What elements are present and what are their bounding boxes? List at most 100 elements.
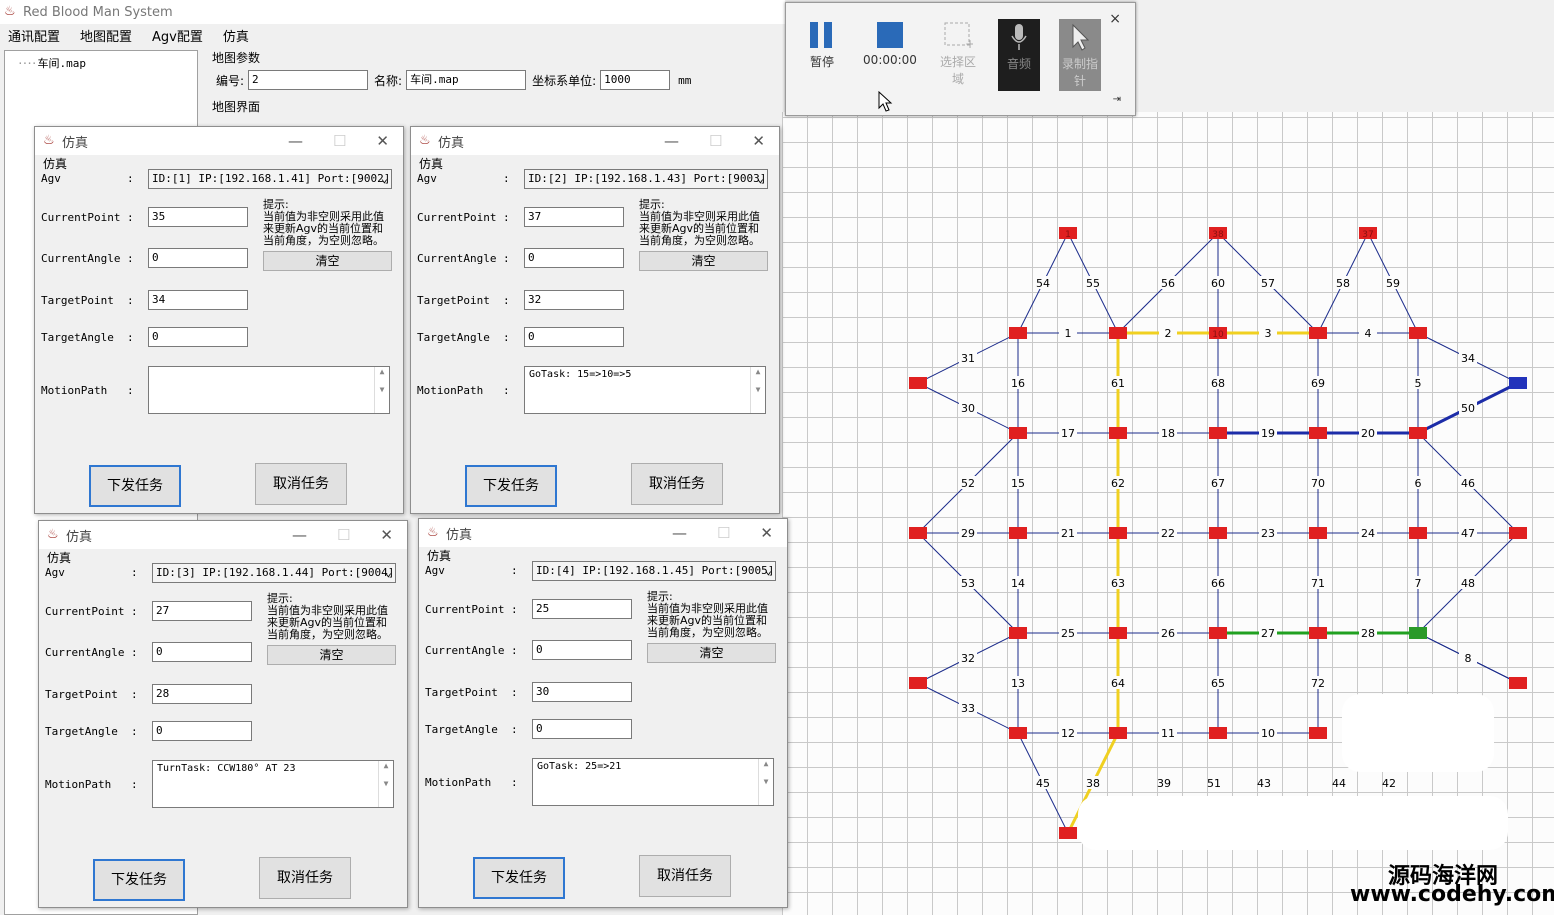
map-node[interactable] xyxy=(1409,327,1427,339)
map-node[interactable] xyxy=(1309,427,1327,439)
send-task-button[interactable]: 下发任务 xyxy=(93,859,185,901)
scrollbar[interactable]: ▲ ▼ xyxy=(750,367,765,413)
close-icon[interactable]: ✕ xyxy=(752,132,765,150)
stop-button[interactable]: 00:00:00 xyxy=(858,17,922,97)
map-node[interactable] xyxy=(1309,327,1327,339)
menu-map[interactable]: 地图配置 xyxy=(80,26,132,45)
map-node[interactable] xyxy=(1509,527,1527,539)
map-node[interactable] xyxy=(1309,727,1327,739)
close-icon[interactable]: ✕ xyxy=(760,524,773,542)
map-node[interactable] xyxy=(1059,827,1077,839)
menu-agv[interactable]: Agv配置 xyxy=(152,26,203,45)
scrollbar[interactable]: ▲ ▼ xyxy=(378,761,393,807)
sim-window-3: ♨ 仿真 — ☐ ✕ 仿真 Agv : ID:[3] IP:[192.168.1… xyxy=(38,520,408,908)
target-point-field[interactable]: 30 xyxy=(532,682,632,702)
agv-select[interactable]: ID:[2] IP:[192.168.1.43] Port:[9003] ⌄ xyxy=(524,169,768,189)
map-node[interactable] xyxy=(1509,677,1527,689)
target-point-field[interactable]: 28 xyxy=(152,684,252,704)
map-node[interactable] xyxy=(1209,727,1227,739)
map-node[interactable] xyxy=(1309,627,1327,639)
cancel-task-button[interactable]: 取消任务 xyxy=(255,463,347,505)
map-node[interactable] xyxy=(1009,427,1027,439)
target-angle-field[interactable]: 0 xyxy=(148,327,248,347)
map-node[interactable] xyxy=(1209,527,1227,539)
send-task-button[interactable]: 下发任务 xyxy=(465,465,557,507)
tree-item-map[interactable]: 车间.map xyxy=(17,55,87,71)
select-region-button[interactable]: + 选择区 域 xyxy=(928,17,988,97)
target-angle-field[interactable]: 0 xyxy=(524,327,624,347)
close-icon[interactable]: × xyxy=(1109,11,1121,27)
cancel-task-button[interactable]: 取消任务 xyxy=(631,463,723,505)
close-icon[interactable]: ✕ xyxy=(376,132,389,150)
menu-comm[interactable]: 通讯配置 xyxy=(8,26,60,45)
map-node[interactable] xyxy=(1409,427,1427,439)
current-point-field[interactable]: 35 xyxy=(148,207,248,227)
map-node[interactable] xyxy=(1009,627,1027,639)
id-field[interactable]: 2 xyxy=(248,70,369,90)
record-pointer-button[interactable]: 录制指 针 xyxy=(1059,19,1101,91)
clear-button[interactable]: 清空 xyxy=(263,251,392,271)
motion-path-field[interactable]: ▲ ▼ xyxy=(148,366,390,414)
scrollbar[interactable]: ▲ ▼ xyxy=(374,367,389,413)
map-node[interactable] xyxy=(909,677,927,689)
map-node[interactable] xyxy=(1409,527,1427,539)
motion-path-field[interactable]: TurnTask: CCW180° AT 23 ▲ ▼ xyxy=(152,760,394,808)
current-angle-field[interactable]: 0 xyxy=(524,248,624,268)
agv-select[interactable]: ID:[1] IP:[192.168.1.41] Port:[9002] ⌄ xyxy=(148,169,392,189)
map-node[interactable] xyxy=(1109,427,1127,439)
close-icon[interactable]: ✕ xyxy=(380,526,393,544)
minimize-icon[interactable]: — xyxy=(292,526,307,544)
cancel-task-button[interactable]: 取消任务 xyxy=(639,855,731,897)
audio-button[interactable]: 音频 xyxy=(998,19,1040,91)
map-node[interactable] xyxy=(1109,527,1127,539)
agv-select-value: ID:[4] IP:[192.168.1.45] Port:[9005] xyxy=(536,564,775,577)
minimize-icon[interactable]: — xyxy=(664,132,679,150)
current-point-field[interactable]: 37 xyxy=(524,207,624,227)
clear-button[interactable]: 清空 xyxy=(647,643,776,663)
target-angle-field[interactable]: 0 xyxy=(532,719,632,739)
minimize-icon[interactable]: — xyxy=(288,132,303,150)
map-node[interactable] xyxy=(1109,627,1127,639)
map-node[interactable] xyxy=(1509,377,1527,389)
send-task-button[interactable]: 下发任务 xyxy=(473,857,565,899)
current-point-field[interactable]: 25 xyxy=(532,599,632,619)
edge-label: 3 xyxy=(1265,327,1272,340)
minimize-icon[interactable]: — xyxy=(672,524,687,542)
target-angle-field[interactable]: 0 xyxy=(152,721,252,741)
name-field[interactable]: 车间.map xyxy=(406,70,527,90)
menu-sim[interactable]: 仿真 xyxy=(223,26,249,45)
map-node[interactable] xyxy=(1209,427,1227,439)
unit-field[interactable]: 1000 xyxy=(600,70,671,90)
map-view-group: 地图界面 xyxy=(212,100,261,114)
clear-button[interactable]: 清空 xyxy=(267,645,396,665)
target-point-field[interactable]: 34 xyxy=(148,290,248,310)
map-node[interactable] xyxy=(1309,527,1327,539)
map-node[interactable] xyxy=(909,527,927,539)
target-point-field[interactable]: 32 xyxy=(524,290,624,310)
map-node[interactable] xyxy=(1009,527,1027,539)
clear-button[interactable]: 清空 xyxy=(639,251,768,271)
map-node[interactable] xyxy=(1109,727,1127,739)
current-point-field[interactable]: 27 xyxy=(152,601,252,621)
current-angle-field[interactable]: 0 xyxy=(532,640,632,660)
watermark-url: www.codehy.com xyxy=(1350,882,1554,907)
motion-path-field[interactable]: GoTask: 25=>21 ▲ ▼ xyxy=(532,758,774,806)
current-angle-field[interactable]: 0 xyxy=(152,642,252,662)
map-node[interactable] xyxy=(1109,327,1127,339)
agv-select[interactable]: ID:[3] IP:[192.168.1.44] Port:[9004] ⌄ xyxy=(152,563,396,583)
current-angle-field[interactable]: 0 xyxy=(148,248,248,268)
map-node[interactable] xyxy=(1209,627,1227,639)
agv-select[interactable]: ID:[4] IP:[192.168.1.45] Port:[9005] ⌄ xyxy=(532,561,776,581)
send-task-button[interactable]: 下发任务 xyxy=(89,465,181,507)
map-canvas[interactable]: 1 2 3 4 54 55 56 60 57 58 59 31 30 34 50 16 61 68 69 5 17 18 1… xyxy=(782,112,1554,915)
pin-icon[interactable]: ⇥ xyxy=(1113,94,1121,105)
scrollbar[interactable]: ▲ ▼ xyxy=(758,759,773,805)
motion-path-field[interactable]: GoTask: 15=>10=>5 ▲ ▼ xyxy=(524,366,766,414)
map-node[interactable] xyxy=(1009,727,1027,739)
map-node[interactable] xyxy=(1009,327,1027,339)
pause-button[interactable]: 暂停 xyxy=(792,17,852,97)
cancel-task-button[interactable]: 取消任务 xyxy=(259,857,351,899)
map-node[interactable] xyxy=(909,377,927,389)
map-node[interactable] xyxy=(1409,627,1427,639)
edge-label: 30 xyxy=(961,402,975,415)
